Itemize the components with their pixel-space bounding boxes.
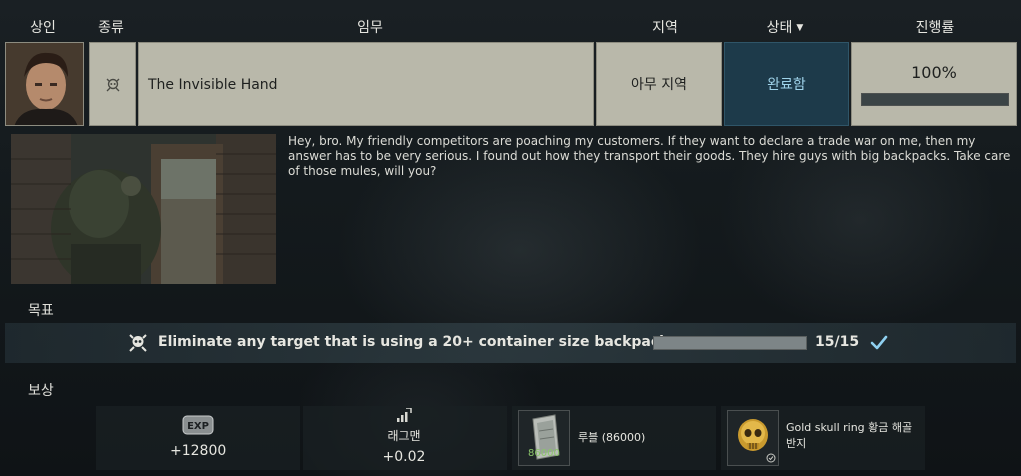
quest-location: 아무 지역 <box>596 42 722 126</box>
gold-skull-ring-label-line2: 반지 <box>786 437 807 450</box>
roubles-label: 루블 (86000) <box>578 431 646 444</box>
trader-portrait <box>5 42 84 126</box>
quest-description: Hey, bro. My friendly competitors are po… <box>288 134 1011 178</box>
gold-skull-ring-label-line1: Gold skull ring 황금 해골 <box>786 421 913 434</box>
quest-progress-cell: 100% <box>851 42 1017 126</box>
quest-status-badge: 완료함 <box>724 42 849 126</box>
objective-count: 15/15 <box>815 334 860 350</box>
column-header-trader[interactable]: 상인 <box>20 0 66 42</box>
roubles-count: 86000 <box>528 448 560 459</box>
exp-value: +12800 <box>170 443 227 459</box>
column-header-task[interactable]: 임무 <box>335 0 405 42</box>
reputation-trader-name: 래그맨 <box>387 429 421 443</box>
rewards-heading: 보상 <box>28 383 54 399</box>
column-header-status-label: 상태 <box>766 20 793 36</box>
quest-name: The Invisible Hand <box>138 42 594 126</box>
column-header-type[interactable]: 종류 <box>88 0 134 42</box>
checkmark-icon <box>870 335 888 350</box>
chevron-down-icon: ▼ <box>796 23 804 33</box>
column-header-status[interactable]: 상태 ▼ <box>745 0 825 42</box>
found-in-raid-icon <box>766 453 776 463</box>
skull-icon <box>129 334 147 352</box>
objective-row: Eliminate any target that is using a 20+… <box>5 323 1016 363</box>
column-header-location[interactable]: 지역 <box>630 0 700 42</box>
quest-progress-fill <box>862 94 1008 105</box>
gold-skull-ring-slot[interactable] <box>727 410 779 466</box>
objectives-heading: 목표 <box>28 303 54 319</box>
exp-icon: EXP <box>182 415 214 435</box>
skull-icon <box>106 78 120 92</box>
objective-text: Eliminate any target that is using a 20+… <box>158 334 669 350</box>
quest-type-cell <box>89 42 136 126</box>
quest-progress-bar <box>861 93 1009 106</box>
objective-progress-fill <box>654 337 806 349</box>
gold-skull-ring-label: Gold skull ring 황금 해골 반지 <box>786 420 912 452</box>
reputation-up-icon <box>397 408 412 422</box>
exp-badge-text: EXP <box>187 421 209 432</box>
quest-progress-percent: 100% <box>911 63 957 82</box>
quest-illustration <box>11 134 276 284</box>
objective-progress-bar <box>653 336 807 350</box>
quest-row[interactable]: The Invisible Hand 아무 지역 완료함 100% <box>3 42 1017 126</box>
task-table-header: 상인 종류 임무 지역 상태 ▼ 진행률 <box>0 0 1021 42</box>
reputation-value: +0.02 <box>382 449 426 465</box>
column-header-progress[interactable]: 진행률 <box>895 0 975 42</box>
